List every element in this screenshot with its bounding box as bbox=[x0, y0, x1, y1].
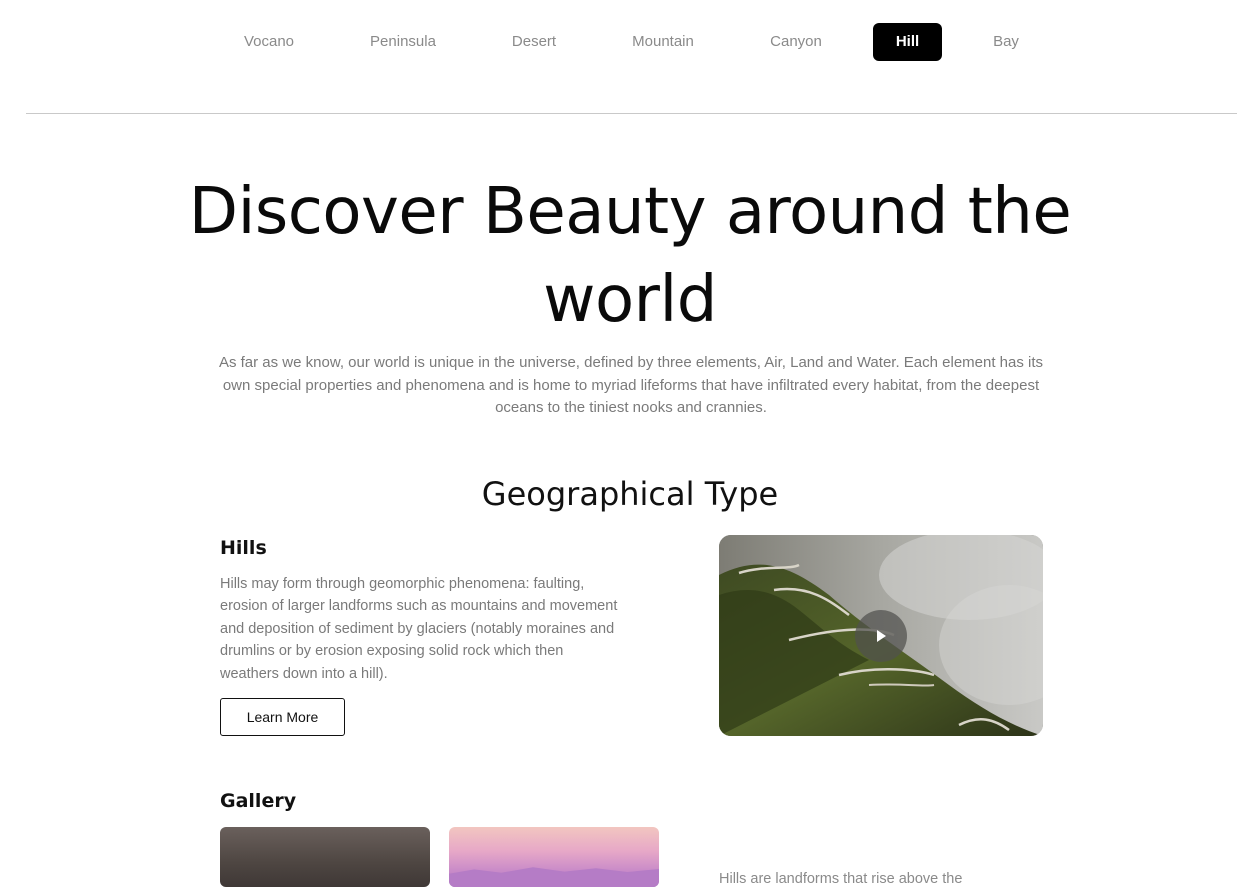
gallery-image-2-ridge bbox=[449, 867, 659, 887]
gallery-image-2[interactable] bbox=[449, 827, 659, 887]
section-title: Geographical Type bbox=[481, 475, 779, 513]
gallery-caption: Hills are landforms that rise above the bbox=[719, 871, 963, 887]
hero-title: Discover Beauty around the world bbox=[188, 175, 1072, 337]
nav-item-mountain[interactable]: Mountain bbox=[620, 23, 706, 61]
gallery-image-1[interactable] bbox=[220, 827, 430, 887]
hills-heading: Hills bbox=[220, 537, 267, 559]
learn-more-button[interactable]: Learn More bbox=[220, 698, 345, 736]
hills-video[interactable] bbox=[719, 535, 1043, 736]
nav-item-hill[interactable]: Hill bbox=[873, 23, 942, 61]
nav-item-canyon[interactable]: Canyon bbox=[756, 23, 836, 61]
header-divider bbox=[26, 113, 1237, 114]
nav-item-peninsula[interactable]: Peninsula bbox=[358, 23, 448, 61]
play-icon bbox=[877, 630, 886, 642]
hills-description: Hills may form through geomorphic phenom… bbox=[220, 576, 618, 682]
top-navigation: Vocano Peninsula Desert Mountain Canyon … bbox=[0, 0, 1260, 82]
gallery-heading: Gallery bbox=[220, 790, 297, 812]
nav-item-bay[interactable]: Bay bbox=[978, 23, 1034, 61]
play-button[interactable] bbox=[855, 610, 907, 662]
nav-item-vocano[interactable]: Vocano bbox=[230, 23, 308, 61]
hero-subtitle: As far as we know, our world is unique i… bbox=[218, 354, 1044, 416]
nav-item-desert[interactable]: Desert bbox=[498, 23, 570, 61]
